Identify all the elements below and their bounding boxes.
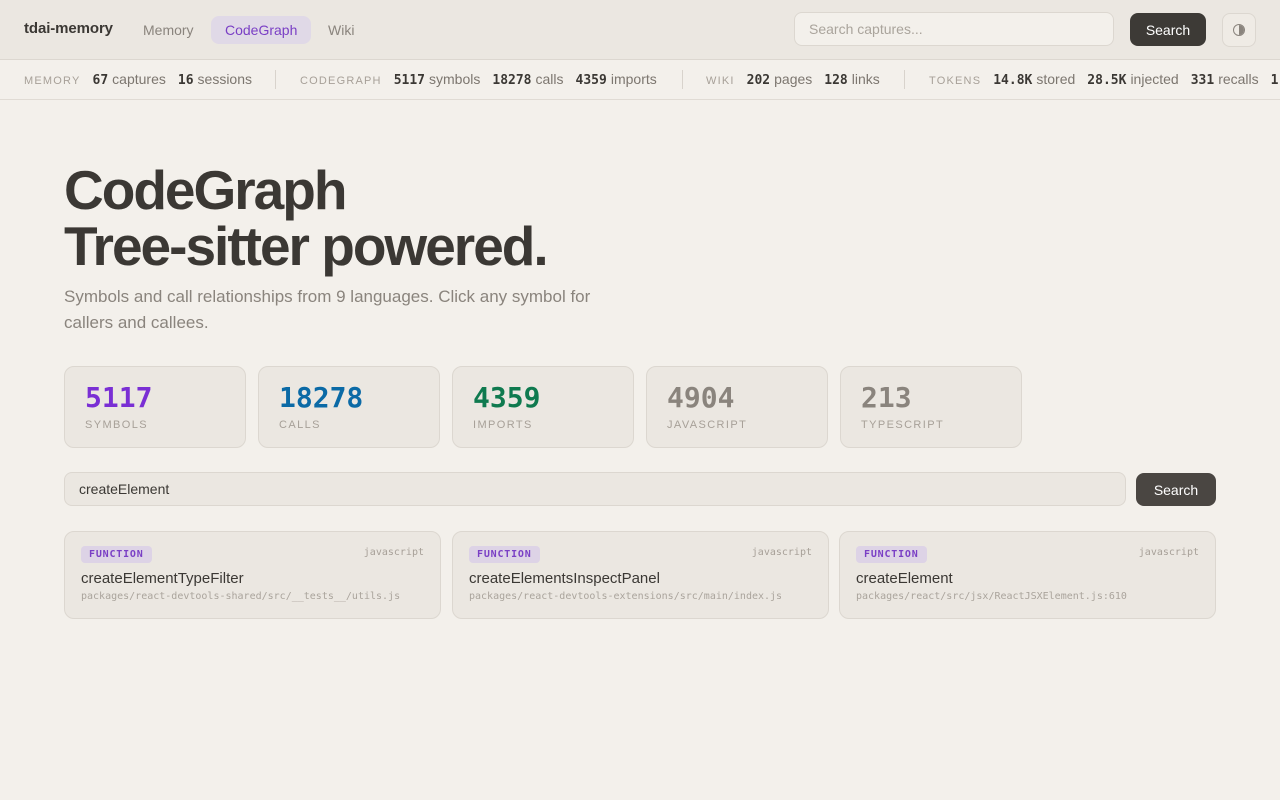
stat-value: 14.8K [993, 73, 1033, 88]
symbol-language: javascript [751, 547, 812, 558]
page-subtitle: Symbols and call relationships from 9 la… [64, 287, 591, 332]
stat-value: 1 [1270, 73, 1279, 88]
symbol-result-card[interactable]: FUNCTION javascript createElement packag… [839, 531, 1216, 619]
tab-wiki[interactable]: Wiki [314, 16, 368, 44]
stats-memory: MEMORY 67 captures 16 sessions [24, 60, 264, 99]
stats-tokens: TOKENS 14.8K stored 28.5K injected 331 recalls… [929, 60, 1278, 99]
stat-unit: imports [610, 71, 657, 87]
metric-card-calls: 18278 CALLS [258, 366, 440, 448]
metric-label: CALLS [279, 419, 321, 431]
stats-divider [904, 70, 905, 89]
symbol-kind-badge: FUNCTION [856, 546, 927, 563]
page-title: CodeGraph Tree-sitter powered. [64, 159, 549, 277]
symbol-language: javascript [1138, 547, 1199, 558]
top-search-button[interactable]: Search [1130, 13, 1206, 46]
symbol-search-button[interactable]: Search [1136, 473, 1216, 506]
metric-card-symbols: 5117 SYMBOLS [64, 366, 246, 448]
stat-unit: injected [1130, 71, 1179, 87]
captures-search-input[interactable] [794, 12, 1114, 46]
symbol-path: packages/react-devtools-shared/src/__tes… [81, 591, 401, 602]
symbol-search-input[interactable] [64, 472, 1126, 506]
stats-divider [275, 70, 276, 89]
tab-codegraph[interactable]: CodeGraph [211, 16, 312, 44]
symbol-result-card[interactable]: FUNCTION javascript createElementsInspec… [452, 531, 829, 619]
stats-codegraph-label: CODEGRAPH [300, 75, 382, 87]
stat-value: 67 [92, 73, 109, 88]
stat-unit: pages [774, 71, 813, 87]
page-title-line1: CodeGraph [64, 159, 347, 221]
symbol-name: createElementTypeFilter [81, 570, 244, 587]
top-nav: tdai-memory Memory CodeGraph Wiki Search [0, 0, 1280, 60]
symbol-kind-badge: FUNCTION [469, 546, 540, 563]
metric-value: 4359 [473, 381, 541, 414]
stat-unit: sessions [197, 71, 252, 87]
stat-value: 5117 [393, 73, 426, 88]
metric-value: 213 [861, 381, 912, 414]
metric-label: SYMBOLS [85, 419, 148, 431]
metric-label: TYPESCRIPT [861, 419, 945, 431]
symbol-result-card[interactable]: FUNCTION javascript createElementTypeFil… [64, 531, 441, 619]
stat-unit: recalls [1218, 71, 1259, 87]
stat-unit: calls [535, 71, 564, 87]
stat-value: 18278 [492, 73, 532, 88]
stat-value: 128 [824, 73, 848, 88]
symbol-language: javascript [363, 547, 424, 558]
tab-memory[interactable]: Memory [129, 16, 208, 44]
page-title-line2: Tree-sitter powered. [64, 215, 549, 277]
symbol-kind-badge: FUNCTION [81, 546, 152, 563]
stat-unit: symbols [429, 71, 481, 87]
stats-strip: MEMORY 67 captures 16 sessions CODEGRAPH 5117… [0, 60, 1280, 100]
metric-value: 4904 [667, 381, 735, 414]
symbol-name: createElement [856, 570, 953, 587]
theme-toggle-button[interactable] [1222, 13, 1256, 47]
stats-codegraph: CODEGRAPH 5117 symbols 18278 calls 4359 import… [300, 60, 669, 99]
stat-unit: links [851, 71, 880, 87]
stat-value: 202 [746, 73, 771, 88]
stats-tokens-label: TOKENS [929, 75, 982, 87]
brand-logo[interactable]: tdai-memory [24, 20, 113, 37]
metric-card-typescript: 213 TYPESCRIPT [840, 366, 1022, 448]
stat-value: 331 [1190, 73, 1215, 88]
symbol-name: createElementsInspectPanel [469, 570, 660, 587]
metric-card-imports: 4359 IMPORTS [452, 366, 634, 448]
stats-wiki: WIKI 202 pages 128 links [706, 60, 892, 99]
stats-wiki-label: WIKI [706, 75, 735, 87]
stat-value: 16 [177, 73, 194, 88]
metric-value: 5117 [85, 381, 153, 414]
stats-memory-label: MEMORY [24, 75, 81, 87]
stat-unit: stored [1036, 71, 1076, 87]
symbol-path: packages/react-devtools-extensions/src/m… [469, 591, 783, 602]
symbol-path: packages/react/src/jsx/ReactJSXElement.j… [856, 591, 1127, 602]
metric-label: IMPORTS [473, 419, 533, 431]
metric-label: JAVASCRIPT [667, 419, 748, 431]
metric-value: 18278 [279, 381, 364, 414]
stat-value: 28.5K [1087, 73, 1127, 88]
metric-card-javascript: 4904 JAVASCRIPT [646, 366, 828, 448]
stat-unit: captures [112, 71, 166, 87]
stat-value: 4359 [575, 73, 607, 88]
contrast-icon [1233, 24, 1245, 36]
stats-divider [682, 70, 683, 89]
